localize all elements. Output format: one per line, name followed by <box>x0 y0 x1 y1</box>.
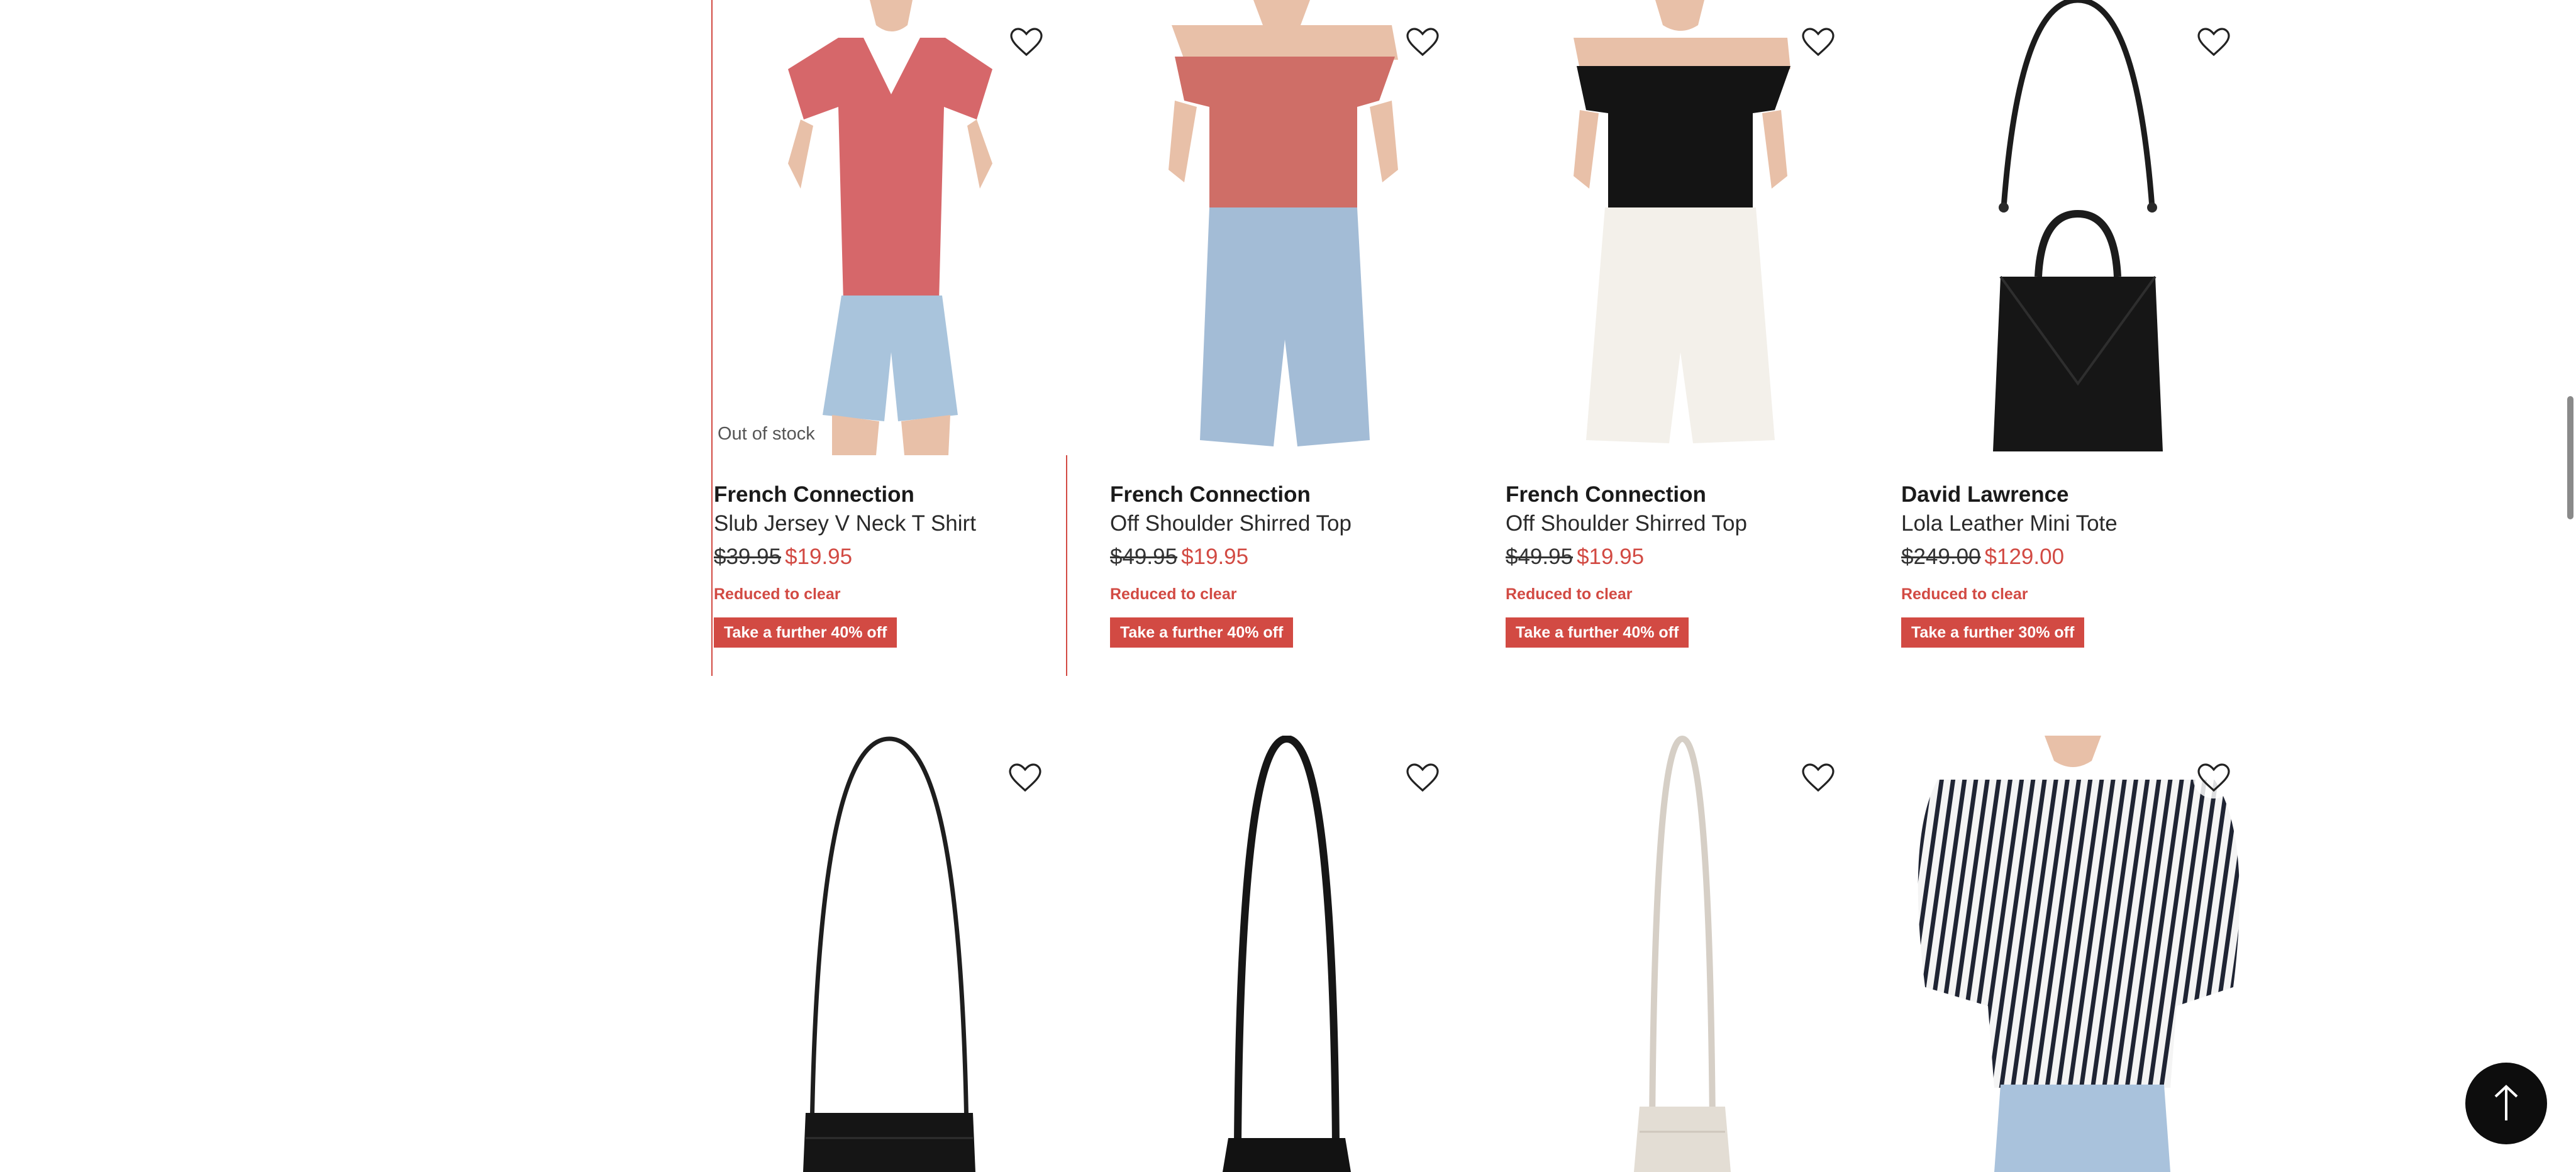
product-image[interactable] <box>1504 736 1860 1172</box>
heart-outline-icon <box>1406 763 1439 792</box>
reduced-to-clear-label: Reduced to clear <box>1901 585 2028 603</box>
product-info: French Connection Slub Jersey V Neck T S… <box>714 480 1066 648</box>
product-photo-pink-off-shoulder-top <box>1109 0 1465 455</box>
reduced-to-clear-label: Reduced to clear <box>1506 585 1633 603</box>
wishlist-button[interactable] <box>1402 757 1443 799</box>
product-image[interactable] <box>1504 0 1860 455</box>
product-price: $49.95 $19.95 <box>1506 539 1858 575</box>
product-card[interactable] <box>1504 736 1860 1172</box>
wishlist-button[interactable] <box>1797 21 1839 63</box>
product-card[interactable]: French Connection Off Shoulder Shirred T… <box>1109 0 1465 676</box>
out-of-stock-label: Out of stock <box>715 423 818 446</box>
promo-badge: Take a further 40% off <box>714 617 897 648</box>
product-photo-black-crossbody <box>711 736 1067 1172</box>
product-price: $39.95 $19.95 <box>714 539 1066 575</box>
product-photo-black-tote <box>1900 0 2256 455</box>
product-brand[interactable]: David Lawrence <box>1901 480 2253 509</box>
product-image[interactable] <box>1109 736 1465 1172</box>
product-card[interactable]: Out of stock French Connection Slub Jers… <box>711 0 1069 676</box>
product-brand[interactable]: French Connection <box>1110 480 1462 509</box>
wishlist-button[interactable] <box>2193 21 2235 63</box>
sale-price: $129.00 <box>1984 545 2065 569</box>
reduced-to-clear-label: Reduced to clear <box>714 585 841 603</box>
wishlist-button[interactable] <box>2193 757 2235 799</box>
product-card[interactable] <box>1109 736 1465 1172</box>
product-image[interactable] <box>1900 736 2256 1172</box>
original-price: $49.95 <box>1110 545 1178 569</box>
product-info: French Connection Off Shoulder Shirred T… <box>1110 480 1462 648</box>
sale-price: $19.95 <box>1577 545 1645 569</box>
product-photo-pink-tshirt <box>713 0 1069 455</box>
heart-outline-icon <box>1802 763 1835 792</box>
product-info: David Lawrence Lola Leather Mini Tote $2… <box>1901 480 2253 648</box>
product-image[interactable] <box>1900 0 2256 455</box>
back-to-top-button[interactable] <box>2465 1063 2547 1144</box>
sale-price: $19.95 <box>785 545 853 569</box>
promo-badge: Take a further 40% off <box>1110 617 1294 648</box>
heart-outline-icon <box>1406 28 1439 57</box>
product-brand[interactable]: French Connection <box>714 480 1066 509</box>
product-info: French Connection Off Shoulder Shirred T… <box>1506 480 1858 648</box>
product-name[interactable]: Off Shoulder Shirred Top <box>1110 509 1462 538</box>
product-card[interactable]: French Connection Off Shoulder Shirred T… <box>1504 0 1860 676</box>
product-image[interactable] <box>711 736 1067 1172</box>
arrow-up-icon <box>2494 1085 2518 1120</box>
sale-price: $19.95 <box>1181 545 1249 569</box>
product-price: $49.95 $19.95 <box>1110 539 1462 575</box>
product-price: $249.00 $129.00 <box>1901 539 2253 575</box>
product-photo-black-shoulder-bag <box>1109 736 1465 1172</box>
product-card[interactable] <box>711 736 1067 1172</box>
heart-outline-icon <box>1802 28 1835 57</box>
wishlist-button[interactable] <box>1797 757 1839 799</box>
product-card[interactable] <box>1900 736 2256 1172</box>
original-price: $39.95 <box>714 545 782 569</box>
wishlist-button[interactable] <box>1006 21 1047 63</box>
product-image[interactable] <box>1109 0 1465 455</box>
product-photo-black-off-shoulder-top <box>1504 0 1860 455</box>
product-photo-striped-blouse <box>1900 736 2256 1172</box>
product-name[interactable]: Off Shoulder Shirred Top <box>1506 509 1858 538</box>
page-scrollbar[interactable] <box>2567 396 2573 519</box>
promo-badge: Take a further 40% off <box>1506 617 1689 648</box>
reduced-to-clear-label: Reduced to clear <box>1110 585 1237 603</box>
product-name[interactable]: Slub Jersey V Neck T Shirt <box>714 509 1066 538</box>
wishlist-button[interactable] <box>1004 757 1046 799</box>
heart-outline-icon <box>1009 763 1041 792</box>
original-price: $49.95 <box>1506 545 1574 569</box>
product-image[interactable]: Out of stock <box>713 0 1069 455</box>
wishlist-button[interactable] <box>1402 21 1443 63</box>
product-card[interactable]: David Lawrence Lola Leather Mini Tote $2… <box>1900 0 2256 676</box>
heart-outline-icon <box>2197 763 2230 792</box>
product-name[interactable]: Lola Leather Mini Tote <box>1901 509 2253 538</box>
product-brand[interactable]: French Connection <box>1506 480 1858 509</box>
original-price: $249.00 <box>1901 545 1981 569</box>
heart-outline-icon <box>2197 28 2230 57</box>
promo-badge: Take a further 30% off <box>1901 617 2085 648</box>
heart-outline-icon <box>1010 28 1043 57</box>
product-photo-cream-crossbody <box>1504 736 1860 1172</box>
